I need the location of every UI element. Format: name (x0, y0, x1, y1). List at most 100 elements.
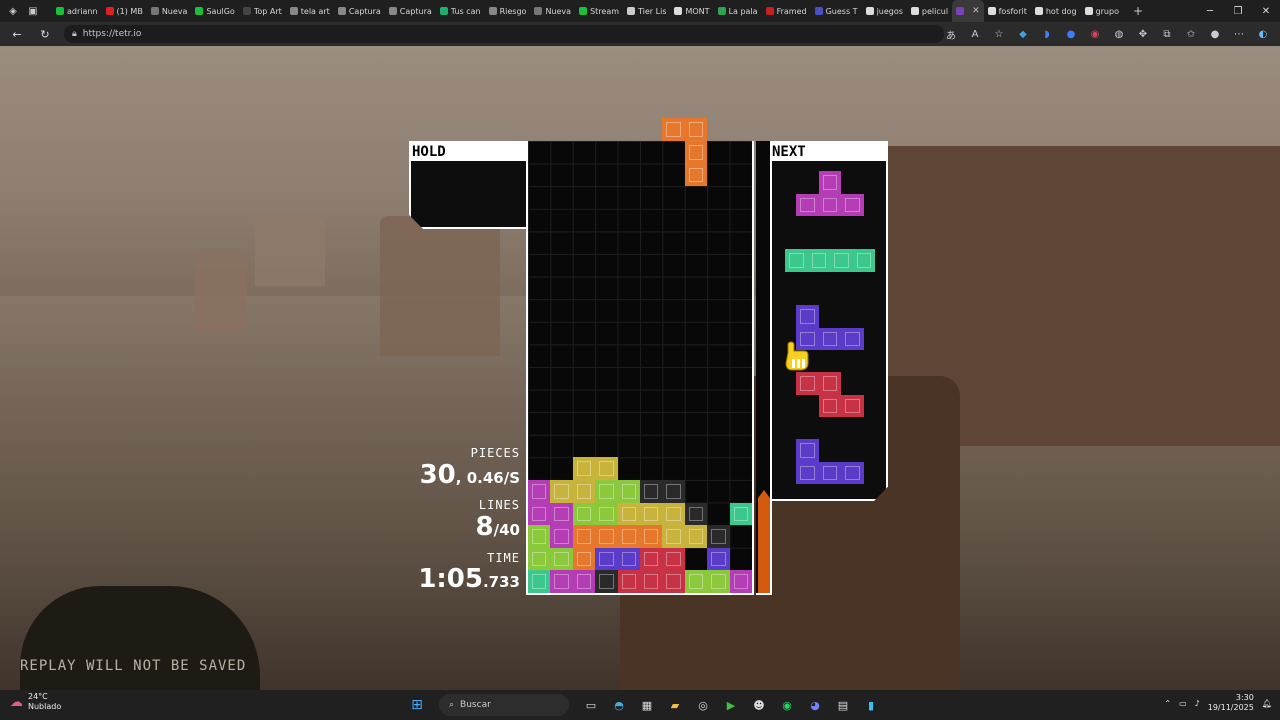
browser-tab[interactable]: Framed (762, 0, 811, 22)
mino-cell (617, 525, 640, 548)
weather-widget[interactable]: ☁ 24°C Nublado (10, 692, 61, 712)
browser-tab[interactable]: hot dog (1031, 0, 1081, 22)
network-icon[interactable]: ▭ (1179, 699, 1187, 708)
browser-tab[interactable]: ✕ (952, 0, 984, 22)
chrome-icon[interactable]: ◎ (691, 693, 715, 717)
extension-icon[interactable]: ◍ (1108, 23, 1130, 45)
reload-icon[interactable]: ↻ (34, 23, 56, 45)
browser-tab[interactable]: Captura (385, 0, 436, 22)
mino-cell (640, 525, 663, 548)
puzzle-icon[interactable]: ✥ (1132, 23, 1154, 45)
extension-icon[interactable]: ◗ (1036, 23, 1058, 45)
browser-tab[interactable]: Tus can (436, 0, 485, 22)
clock-time: 3:30 (1235, 693, 1254, 702)
store-icon[interactable]: ▦ (635, 693, 659, 717)
browser-tab[interactable]: Nueva (530, 0, 575, 22)
minimize-icon[interactable]: ─ (1196, 0, 1224, 22)
mino-cell (617, 480, 640, 503)
favorite-star-icon[interactable]: ☆ (988, 23, 1010, 45)
browser-tab[interactable]: juegos (862, 0, 907, 22)
tab-title: SaulGo (206, 6, 235, 16)
lines-stat: 8/40 (476, 512, 520, 542)
notification-icon[interactable]: 🔔︎ (1262, 699, 1272, 708)
mino-cell (841, 394, 864, 417)
favorites-icon[interactable]: ✩ (1180, 23, 1202, 45)
tab-actions-icon[interactable]: ▣ (26, 4, 40, 18)
browser-tab[interactable]: Tier Lis (623, 0, 670, 22)
mino-cell (830, 249, 853, 272)
discord-icon[interactable]: ◕ (803, 693, 827, 717)
new-tab-button[interactable]: + (1133, 4, 1143, 18)
mino-cell (707, 547, 730, 571)
tab-title: Top Art (253, 6, 282, 16)
playfield[interactable] (526, 141, 754, 595)
browser-tab[interactable]: Guess T (811, 0, 862, 22)
browser-tab[interactable]: SaulGo (191, 0, 238, 22)
browser-tab[interactable]: pelicul (907, 0, 952, 22)
volume-icon[interactable]: ♪ (1195, 699, 1200, 708)
mino-cell (807, 249, 830, 272)
close-icon[interactable]: ✕ (1252, 0, 1280, 22)
system-tray: ⌃ ▭ ♪ 3:30 19/11/2025 🔔︎ (1164, 693, 1272, 713)
app-icon[interactable]: ▮ (859, 693, 883, 717)
browser-tab[interactable]: La pala (714, 0, 762, 22)
taskbar-search[interactable]: ⌕ Buscar (439, 694, 569, 716)
tab-favicon-icon (488, 7, 497, 15)
app-icon[interactable]: ▤ (831, 693, 855, 717)
read-aloud-icon[interactable]: A (964, 23, 986, 45)
background-rock (380, 216, 500, 356)
time-stat: 1:05.733 (418, 564, 520, 594)
tab-title: Nueva (161, 6, 188, 16)
browser-tab[interactable]: grupo (1081, 0, 1123, 22)
hold-label: HOLD (411, 143, 526, 161)
extension-icon[interactable]: ◆ (1012, 23, 1034, 45)
more-icon[interactable]: ⋯ (1228, 23, 1250, 45)
mino-cell (572, 570, 596, 593)
lines-label: LINES (478, 498, 520, 512)
clock[interactable]: 3:30 19/11/2025 (1208, 693, 1254, 713)
address-bar: ← ↻ 🔒︎ https://tetr.io あ A ☆ ◆ ◗ ● ◉ ◍ ✥… (0, 22, 1280, 46)
back-arrow-icon[interactable]: ← (6, 23, 28, 45)
chevron-up-icon[interactable]: ⌃ (1164, 699, 1171, 708)
mino-cell (818, 394, 842, 417)
browser-tab[interactable]: Nueva (147, 0, 192, 22)
mino-cell (684, 570, 708, 593)
spotify-icon[interactable]: ◉ (775, 693, 799, 717)
mino-cell (572, 525, 596, 548)
browser-tab[interactable]: tela art (286, 0, 334, 22)
mino-cell (662, 525, 685, 548)
tab-title: Nueva (545, 6, 572, 16)
extension-icon[interactable]: ◉ (1084, 23, 1106, 45)
maximize-icon[interactable]: ❐ (1224, 0, 1252, 22)
browser-tab[interactable]: adriann (52, 0, 102, 22)
copilot-icon[interactable]: ◐ (1252, 23, 1274, 45)
app-icon[interactable]: ▶ (719, 693, 743, 717)
tab-close-icon[interactable]: ✕ (972, 6, 980, 16)
tab-title: pelicul (921, 6, 949, 16)
url-field[interactable]: 🔒︎ https://tetr.io (64, 25, 944, 43)
avatar[interactable]: ● (1204, 23, 1226, 45)
split-screen-icon[interactable]: ⧉ (1156, 23, 1178, 45)
browser-tab[interactable]: fosforit (984, 0, 1031, 22)
mino-cell (550, 502, 573, 526)
browser-tab[interactable]: (1) MB (102, 0, 147, 22)
mino-cell (662, 118, 685, 141)
mino-cell (550, 547, 573, 571)
tab-title: Captura (348, 6, 381, 16)
app-icon[interactable]: ☻ (747, 693, 771, 717)
mino-cell (796, 193, 819, 216)
extension-icon[interactable]: ● (1060, 23, 1082, 45)
browser-tab[interactable]: Top Art (239, 0, 286, 22)
browser-tab[interactable]: Riesgo (485, 0, 531, 22)
mino-cell (572, 502, 596, 526)
browser-tab[interactable]: Stream (575, 0, 623, 22)
start-icon[interactable]: ⊞ (405, 693, 429, 717)
edge-icon[interactable]: ◓ (607, 693, 631, 717)
folder-icon[interactable]: ▰ (663, 693, 687, 717)
browser-tab[interactable]: MONT (670, 0, 713, 22)
mino-cell (572, 480, 596, 503)
task-view-icon[interactable]: ▭ (579, 693, 603, 717)
browser-tab[interactable]: Captura (334, 0, 385, 22)
translate-icon[interactable]: あ (940, 23, 962, 45)
browser-menu-icon[interactable]: ◈ (6, 4, 20, 18)
